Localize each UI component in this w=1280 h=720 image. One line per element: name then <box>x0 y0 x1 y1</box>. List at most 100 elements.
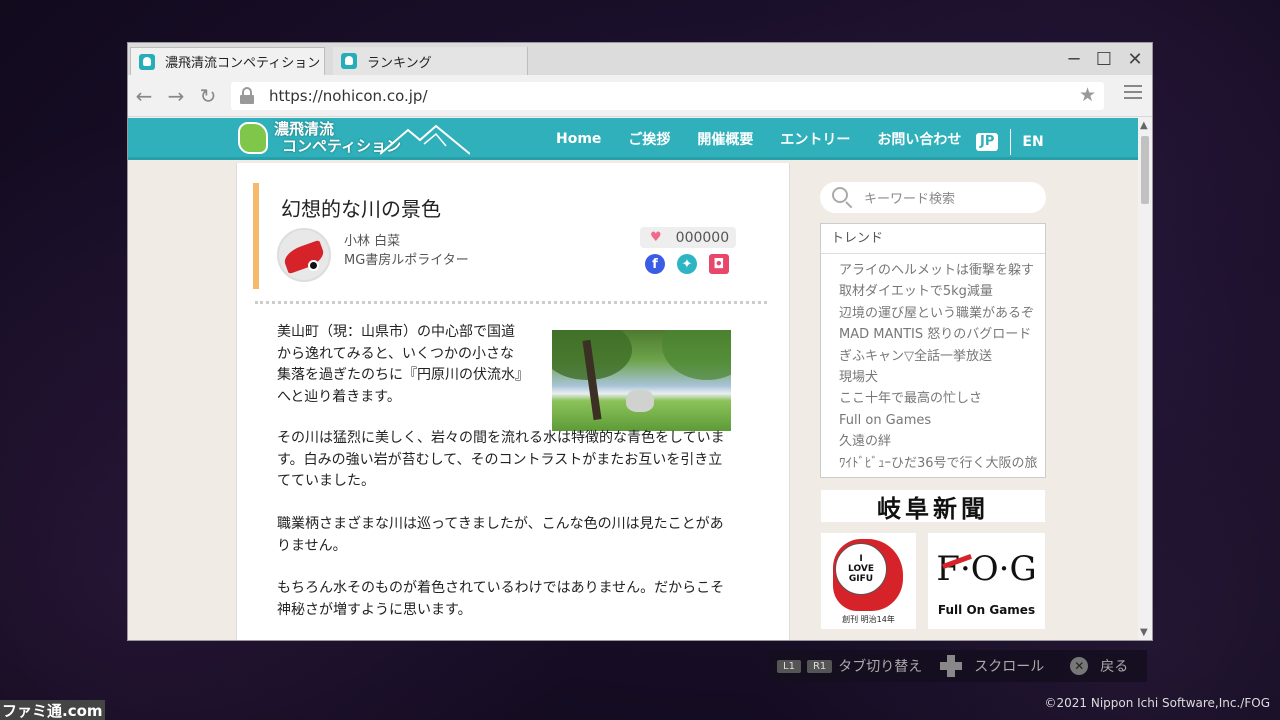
love-gifu-banner[interactable]: I LOVE GIFU 創刊 明治14年 <box>821 533 916 629</box>
trend-item[interactable]: ここ十年で最高の忙しさ <box>839 388 1045 409</box>
tab-label: ランキング <box>367 55 432 71</box>
nav-overview[interactable]: 開催概要 <box>697 129 753 149</box>
lang-divider <box>1010 129 1012 155</box>
maximize-icon: ☐ <box>1095 48 1113 70</box>
scroll-hint: スクロール <box>974 659 1045 675</box>
dpad-icon <box>940 655 963 677</box>
nav-home[interactable]: Home <box>556 131 601 147</box>
l1-button-icon: L1 <box>777 659 801 673</box>
address-bar[interactable]: https://nohicon.co.jp/ ★ <box>231 82 1104 110</box>
cross-button-icon: ✕ <box>1070 657 1089 675</box>
trend-item[interactable]: ぎふキャン▽全話一挙放送 <box>839 346 1045 367</box>
fog-logo: F·O·G <box>936 549 1037 589</box>
site-nav: Home ご挨拶 開催概要 エントリー お問い合わせ <box>556 118 988 160</box>
language-switch: JP EN <box>976 129 1044 155</box>
vertical-scrollbar[interactable]: ▲ ▼ <box>1138 118 1152 640</box>
river-photo <box>552 330 731 431</box>
lang-en-button[interactable]: EN <box>1022 134 1043 150</box>
author-name: 小林 白菜 <box>344 234 401 249</box>
trend-item[interactable]: 現場犬 <box>839 367 1045 388</box>
nav-entry[interactable]: エントリー <box>780 129 850 149</box>
gifu-map-icon <box>238 122 268 154</box>
tab-bar: 濃飛清流コンペティション ランキング ─ ☐ ✕ <box>128 43 1152 75</box>
heart-icon: ♥ <box>650 230 662 245</box>
bird-share-icon[interactable]: ✦ <box>677 254 697 274</box>
site-favicon-icon <box>341 53 357 69</box>
trend-item[interactable]: 辺境の運び屋という職業があるぞ <box>839 303 1045 324</box>
trend-item[interactable]: 久遠の絆 <box>839 431 1045 452</box>
paragraph-2: その川は猛烈に美しく、岩々の間を流れる水は特徴的な青色をしています。白みの強い岩… <box>277 430 725 489</box>
trend-item[interactable]: 取材ダイエットで5kg減量 <box>839 281 1045 302</box>
minimize-icon: ─ <box>1068 48 1080 70</box>
site-header: 濃飛清流 コンペティション Home ご挨拶 開催概要 エントリー お問い合わせ… <box>128 118 1138 160</box>
tab-competition[interactable]: 濃飛清流コンペティション <box>130 47 325 75</box>
copyright-text: ©2021 Nippon Ichi Software,Inc./FOG <box>1044 696 1270 710</box>
title-accent-bar <box>253 183 259 289</box>
nav-contact[interactable]: お問い合わせ <box>877 129 961 149</box>
trend-item[interactable]: アライのヘルメットは衝撃を躱す <box>839 260 1045 281</box>
article-title: 幻想的な川の景色 <box>281 197 441 221</box>
author-role: MG書房ルポライター <box>344 253 469 268</box>
instagram-icon[interactable]: ◘ <box>709 254 729 274</box>
like-count: 000000 <box>675 229 730 246</box>
arrow-right-icon: → <box>167 84 185 108</box>
nav-greeting[interactable]: ご挨拶 <box>628 129 670 149</box>
site-favicon-icon <box>139 53 155 70</box>
site-logo[interactable]: 濃飛清流 コンペティション <box>230 118 470 160</box>
trend-item[interactable]: Full on Games <box>839 410 1045 431</box>
love-gifu-caption: 創刊 明治14年 <box>842 615 895 624</box>
scroll-down-icon[interactable]: ▼ <box>1140 627 1148 638</box>
paragraph-1: 美山町（現：山県市）の中心部で国道から逸れてみると、いくつかの小さな集落を過ぎた… <box>277 324 522 405</box>
trend-item[interactable]: MAD MANTIS 怒りのバグロード <box>839 324 1045 345</box>
scroll-up-icon[interactable]: ▲ <box>1140 120 1148 131</box>
tab-label: 濃飛清流コンペティション <box>165 56 321 71</box>
gifu-newspaper-banner[interactable]: 岐阜新聞 <box>821 490 1045 523</box>
controller-hint-bar: L1 R1 タブ切り替え スクロール ✕ 戻る <box>769 650 1147 682</box>
hamburger-menu-icon[interactable] <box>1124 85 1142 103</box>
paragraph-4: もちろん水そのものが着色されているわけではありません。だからこそ神秘さが増すよう… <box>277 580 725 618</box>
article-card: 幻想的な川の景色 小林 白菜 MG書房ルポライター ♥ 000000 f ✦ ◘… <box>236 163 790 640</box>
reload-button[interactable]: ↻ <box>195 83 221 109</box>
r1-button-icon: R1 <box>806 659 833 673</box>
arrow-left-icon: ← <box>135 84 153 108</box>
logo-line1: 濃飛清流 <box>274 120 335 138</box>
trend-box: トレンド アライのヘルメットは衝撃を躱す 取材ダイエットで5kg減量 辺境の運び… <box>820 223 1046 478</box>
lock-icon <box>239 86 257 106</box>
love-gifu-badge: I LOVE GIFU <box>835 543 887 595</box>
fog-banner[interactable]: F·O·G Full On Games <box>928 533 1045 629</box>
love-line-1: I <box>859 554 863 564</box>
minimize-button[interactable]: ─ <box>1060 47 1088 71</box>
fog-tagline: Full On Games <box>937 603 1036 617</box>
close-button[interactable]: ✕ <box>1121 47 1149 71</box>
browser-window: 濃飛清流コンペティション ランキング ─ ☐ ✕ ← → ↻ https://n… <box>128 43 1152 640</box>
scroll-thumb[interactable] <box>1141 136 1149 204</box>
trend-item[interactable]: ﾜｲﾄﾞﾋﾞｭｰひだ36号で行く大阪の旅 <box>839 453 1045 474</box>
reload-icon: ↻ <box>199 84 217 108</box>
paragraph-3: 職業柄さまざまな川は巡ってきましたが、こんな色の川は見たことがありません。 <box>277 516 724 554</box>
trend-list: アライのヘルメットは衝撃を躱す 取材ダイエットで5kg減量 辺境の運び屋という職… <box>821 254 1045 474</box>
forward-button[interactable]: → <box>163 83 189 109</box>
tab-switch-hint: タブ切り替え <box>838 659 923 675</box>
back-hint: 戻る <box>1100 659 1129 675</box>
like-counter[interactable]: ♥ 000000 <box>640 227 736 248</box>
trend-heading: トレンド <box>821 224 1045 254</box>
tab-ranking[interactable]: ランキング <box>333 47 528 75</box>
keyword-search-input[interactable]: キーワード検索 <box>820 182 1046 213</box>
close-icon: ✕ <box>1127 48 1143 70</box>
browser-toolbar: ← → ↻ https://nohicon.co.jp/ ★ <box>128 75 1152 117</box>
back-button[interactable]: ← <box>131 83 157 109</box>
famitsu-watermark: ファミ通.com <box>0 700 105 720</box>
search-icon <box>832 186 854 209</box>
search-placeholder: キーワード検索 <box>864 192 956 207</box>
mountain-icon <box>380 124 470 155</box>
love-line-3: GIFU <box>848 574 874 584</box>
dotted-divider <box>255 301 767 304</box>
author-avatar <box>277 228 331 282</box>
love-line-2: LOVE <box>848 564 874 574</box>
url-text: https://nohicon.co.jp/ <box>269 87 428 105</box>
lang-jp-button[interactable]: JP <box>976 133 999 151</box>
page-viewport: 濃飛清流 コンペティション Home ご挨拶 開催概要 エントリー お問い合わせ… <box>128 118 1138 640</box>
bookmark-star-icon[interactable]: ★ <box>1079 84 1096 106</box>
facebook-icon[interactable]: f <box>645 254 665 274</box>
maximize-button[interactable]: ☐ <box>1090 47 1118 71</box>
